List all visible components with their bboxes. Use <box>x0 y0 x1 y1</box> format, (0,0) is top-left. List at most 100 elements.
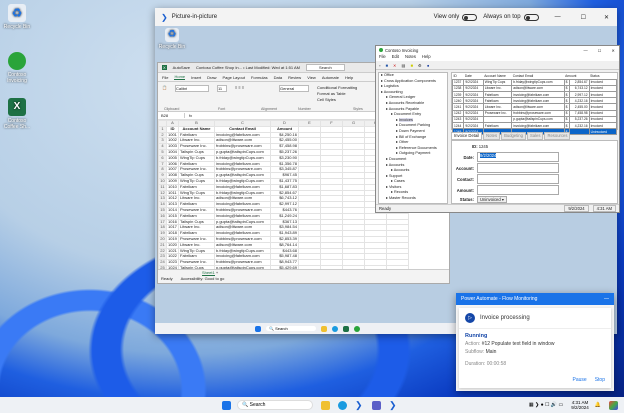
excel-icon[interactable] <box>343 325 349 332</box>
account-field[interactable] <box>477 163 559 173</box>
format-as-table-button[interactable]: Format as Table <box>317 91 357 96</box>
notification-bell-icon[interactable]: 🔔 <box>595 402 601 408</box>
recycle-bin-icon: ♻ <box>8 4 26 22</box>
ribbon-group-clipboard: Clipboard <box>164 107 180 111</box>
excel-menu-data[interactable]: Data <box>274 75 282 80</box>
amount-field[interactable] <box>477 185 559 195</box>
minimize-button[interactable]: — <box>555 14 561 20</box>
close-button[interactable]: ✕ <box>604 14 609 21</box>
file-explorer-icon[interactable] <box>321 400 330 410</box>
help-icon[interactable]: ● <box>427 63 430 68</box>
alignment-group[interactable]: ≡ ≡ ≡ <box>235 85 271 90</box>
stop-button[interactable]: Stop <box>595 377 605 383</box>
conditional-formatting-button[interactable]: Conditional Formatting <box>317 85 357 90</box>
tab-notes[interactable]: Notes <box>483 132 501 140</box>
invoice-detail-panel: ID: 1245 Date: 9/2/2024 Account: Contact:… <box>451 140 618 204</box>
inner-search[interactable]: 🔍 Search <box>266 326 316 331</box>
tree-item[interactable]: ▸ Master Records <box>381 196 447 202</box>
ribbon-group-font: Font <box>218 107 226 111</box>
power-automate-icon: ❯ <box>161 12 168 22</box>
system-tray-icons[interactable]: ▦ ❯ ● ☐ 🔊 ▭ <box>529 402 563 408</box>
copilot-icon[interactable] <box>609 400 618 410</box>
add-sheet-button[interactable]: + <box>216 270 218 275</box>
new-icon[interactable]: ▫ <box>379 63 381 68</box>
edge-icon[interactable] <box>338 400 347 410</box>
taskbar-search[interactable]: 🔍 Search <box>237 400 313 410</box>
contoso-menu-edit[interactable]: Edit <box>392 54 399 61</box>
excel-menu-automate[interactable]: Automate <box>322 75 339 80</box>
contact-field[interactable] <box>477 174 559 184</box>
excel-menu-page-layout[interactable]: Page Layout <box>222 75 244 80</box>
save-icon[interactable]: ■ <box>386 63 389 68</box>
file-explorer-icon[interactable] <box>321 325 327 332</box>
taskbar: 🔍 Search ❯ ❯ ▦ ❯ ● ☐ 🔊 ▭ 4:31 AM 9/2/2024… <box>0 397 624 413</box>
power-automate-icon[interactable]: ❯ <box>355 400 364 410</box>
font-select[interactable]: Calibri <box>174 85 209 92</box>
excel-search[interactable]: Search <box>306 64 345 71</box>
contoso-icon[interactable] <box>354 325 360 332</box>
desktop-icon-recycle-bin[interactable]: ♻ Recycle Bin <box>0 4 34 30</box>
maximize-button[interactable]: ☐ <box>598 48 602 53</box>
status-dropdown[interactable]: Uninvoiced ▾ <box>477 196 507 203</box>
excel-menu-formulas[interactable]: Formulas <box>251 75 268 80</box>
delete-icon[interactable]: ✕ <box>393 63 397 68</box>
contoso-app-icon <box>8 52 26 70</box>
note-icon[interactable]: ■ <box>411 63 414 68</box>
tab-budgeting[interactable]: Budgeting <box>501 132 526 140</box>
flow-play-icon: ▷ <box>465 313 475 323</box>
excel-menu-insert[interactable]: Insert <box>191 75 201 80</box>
date-field[interactable]: 9/2/2024 <box>480 153 497 158</box>
excel-menu-home[interactable]: Home <box>174 74 186 80</box>
duration: 00:00:58 <box>486 361 507 367</box>
ribbon-group-alignment: Alignment <box>261 107 277 111</box>
teams-icon[interactable] <box>372 400 381 410</box>
desktop-icon-contoso-invoicing[interactable]: Contoso Invoicing <box>0 52 34 84</box>
tab-invoice-detail[interactable]: Invoice Detail <box>451 132 483 140</box>
excel-file-icon: X <box>8 98 26 116</box>
view-only-toggle[interactable] <box>462 13 478 21</box>
pause-button[interactable]: Pause <box>573 377 587 383</box>
contoso-menu-notes[interactable]: Notes <box>405 54 416 61</box>
excel-menu-draw[interactable]: Draw <box>207 75 216 80</box>
maximize-button[interactable]: ☐ <box>581 14 586 21</box>
grid-cell <box>569 128 590 136</box>
calendar-icon[interactable]: ▤ <box>402 63 406 68</box>
excel-menu-file[interactable]: File <box>162 75 168 80</box>
navigation-tree[interactable]: ▸ Office ▸ Cross Application Components ▸ … <box>378 72 448 204</box>
grid-cell: Uninvoiced <box>588 128 618 136</box>
clock[interactable]: 4:31 AM 9/2/2024 <box>571 400 589 410</box>
paste-button[interactable]: 📋 <box>162 85 167 90</box>
start-icon[interactable] <box>255 325 261 332</box>
cell-styles-button[interactable]: Cell Styles <box>317 97 357 102</box>
always-on-top-toggle[interactable] <box>523 13 539 21</box>
settings-icon[interactable]: ⚙ <box>418 63 422 68</box>
excel-menu-review[interactable]: Review <box>288 75 301 80</box>
spreadsheet-grid[interactable]: ABCDEFGHI1IDAccount NameContact EmailAmo… <box>158 120 409 272</box>
desktop-icon-excel-file[interactable]: X Contoso Coffee Sh... <box>0 98 34 130</box>
pip-title: Picture-in-picture <box>171 14 218 20</box>
start-icon[interactable] <box>222 400 231 410</box>
invoice-grid[interactable]: ID Date Account Name Contact Email Amount Sta… <box>451 73 618 136</box>
number-format-select[interactable]: General <box>278 85 309 92</box>
tab-sales[interactable]: Sales <box>526 132 544 140</box>
ribbon-group-styles: Styles <box>353 107 363 111</box>
contoso-menu-file[interactable]: File <box>379 54 386 61</box>
close-button[interactable]: ✕ <box>611 48 615 53</box>
edge-icon[interactable] <box>332 325 338 332</box>
excel-title: Contoso Coffee Shop In... • Last Modifie… <box>196 65 301 70</box>
flow-state: Running <box>465 333 488 339</box>
minimize-button[interactable]: — <box>584 48 588 53</box>
inner-recycle-bin: ♻ Recycle Bin <box>158 28 186 50</box>
minimize-button[interactable]: — <box>604 296 609 302</box>
power-automate-flow-monitor: Power Automate - Flow Monitoring — ▷ Invo… <box>456 293 614 391</box>
formula-bar-label: fx <box>189 113 193 118</box>
excel-logo-icon: X <box>162 65 167 70</box>
power-automate-monitor-icon[interactable]: ❯ <box>389 400 398 410</box>
name-box[interactable]: B28 <box>161 113 185 118</box>
excel-menu-help[interactable]: Help <box>345 75 353 80</box>
contoso-menu-help[interactable]: Help <box>422 54 431 61</box>
tab-resources[interactable]: Resources <box>544 132 571 140</box>
excel-menu-view[interactable]: View <box>307 75 316 80</box>
pip-title-bar: ❯ Picture-in-picture View only Always on… <box>155 8 617 26</box>
font-size-select[interactable]: 11 <box>216 85 227 92</box>
